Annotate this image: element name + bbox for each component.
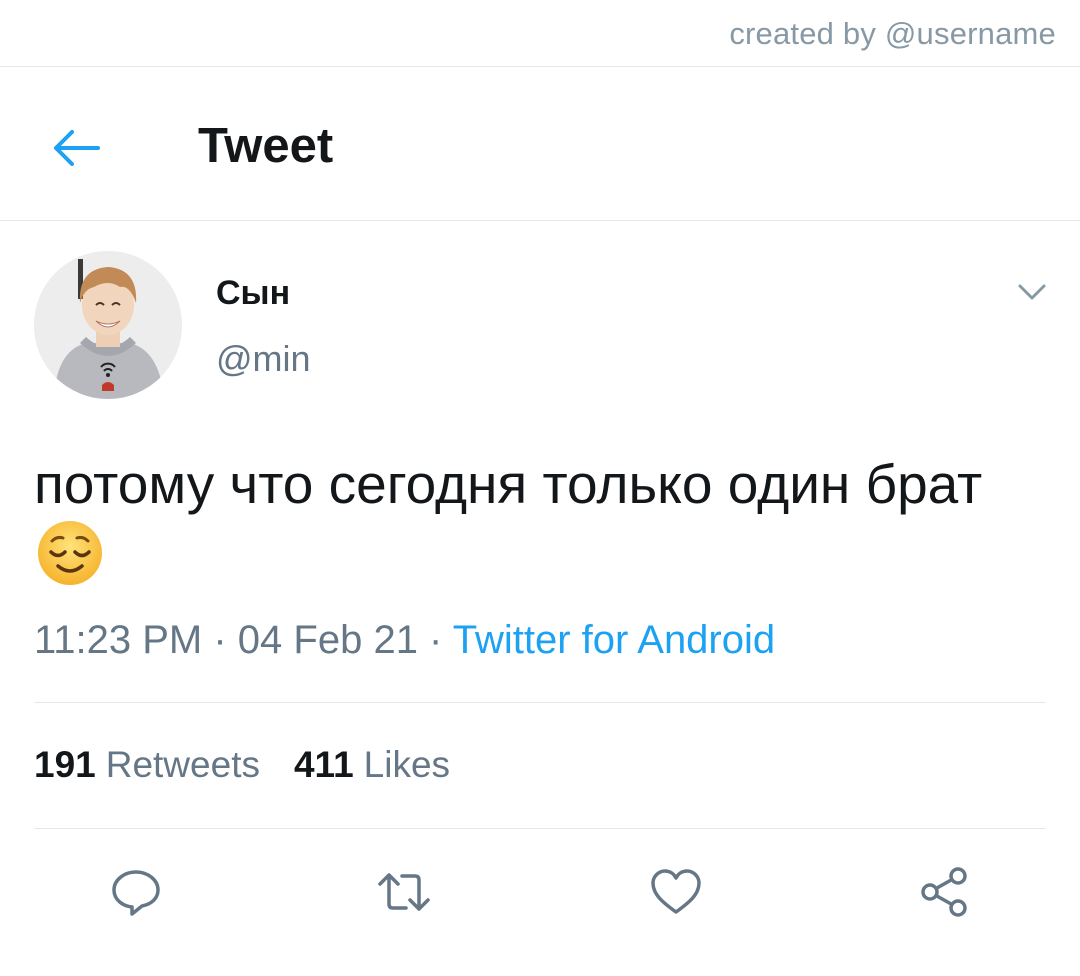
top-divider (0, 66, 1080, 67)
tweet-body: потому что сегодня только один брат (34, 449, 1044, 591)
tweet-date: 04 Feb 21 (237, 618, 418, 662)
profile-photo (34, 251, 182, 399)
meta-separator: · (202, 618, 238, 662)
stats-divider (34, 828, 1046, 829)
retweets-count: 191 (34, 744, 96, 785)
tweet-source-link[interactable]: Twitter for Android (453, 618, 775, 662)
likes-label: Likes (363, 744, 451, 785)
tweet-meta: 11:23 PM · 04 Feb 21 · Twitter for Andro… (34, 618, 775, 663)
back-button[interactable] (50, 122, 102, 174)
meta-divider (34, 702, 1046, 703)
tweet-page: created by @username Tweet Сын @min пото… (0, 0, 1080, 976)
page-title: Tweet (198, 119, 334, 173)
more-options-button[interactable] (1012, 276, 1052, 308)
retweet-icon (378, 873, 430, 911)
tweet-text: потому что сегодня только один брат (34, 453, 983, 515)
meta-separator: · (417, 618, 453, 662)
header-divider (0, 220, 1080, 221)
retweets-stat[interactable]: 191 Retweets (34, 744, 260, 785)
share-icon (921, 867, 967, 917)
watermark-credit: created by @username (729, 16, 1056, 51)
share-button[interactable] (916, 864, 972, 920)
chevron-down-icon (1018, 284, 1046, 300)
avatar[interactable] (34, 251, 182, 399)
author-name[interactable]: Сын (216, 274, 290, 313)
arrow-left-icon (54, 130, 100, 166)
likes-stat[interactable]: 411 Likes (294, 744, 450, 785)
retweet-button[interactable] (376, 864, 432, 920)
tweet-time: 11:23 PM (34, 618, 203, 662)
relieved-face-emoji (36, 519, 104, 587)
tweet-stats: 191 Retweets 411 Likes (34, 744, 450, 786)
like-button[interactable] (648, 864, 704, 920)
likes-count: 411 (293, 744, 354, 785)
reply-icon (112, 870, 160, 916)
reply-button[interactable] (108, 864, 164, 920)
author-handle[interactable]: @min (216, 338, 311, 380)
retweets-label: Retweets (105, 744, 260, 785)
like-icon (651, 869, 701, 914)
